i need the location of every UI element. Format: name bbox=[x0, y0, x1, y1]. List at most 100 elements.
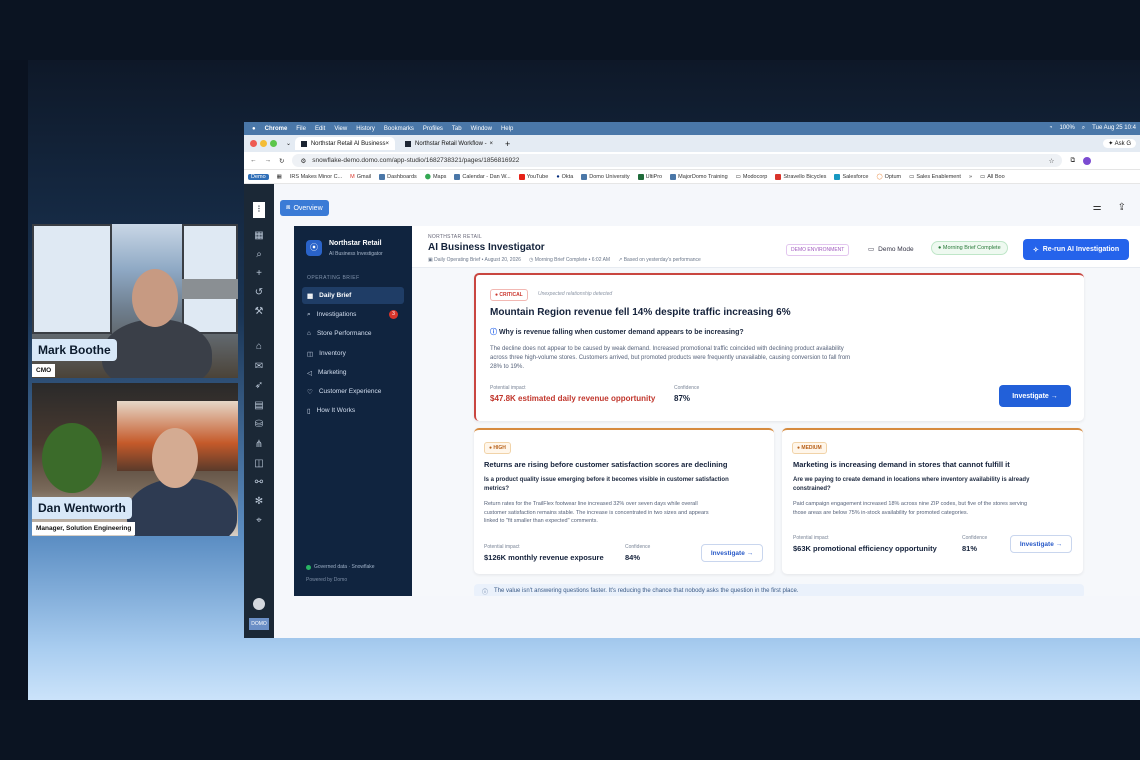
apps-grid-icon[interactable]: ▦ bbox=[277, 174, 282, 180]
store-icon: ⌂ bbox=[307, 330, 311, 337]
maximize-window-icon[interactable] bbox=[270, 140, 277, 147]
battery-label[interactable]: 100% bbox=[1059, 125, 1074, 132]
sidebar-item-investigations[interactable]: ⌕ Investigations 3 bbox=[302, 306, 404, 323]
menu-view[interactable]: View bbox=[334, 126, 347, 132]
share-icon[interactable]: ⇪ bbox=[1118, 202, 1126, 213]
menu-edit[interactable]: Edit bbox=[315, 126, 325, 132]
bookmark-item[interactable]: ▭ Modocorp bbox=[736, 174, 768, 180]
menu-window[interactable]: Window bbox=[471, 126, 492, 132]
bookmark-item[interactable]: YouTube bbox=[518, 173, 548, 180]
bookmark-item[interactable]: ● Okta bbox=[556, 174, 573, 180]
footer-note-text: The value isn't answering questions fast… bbox=[494, 588, 799, 594]
bookmark-item[interactable]: Domo University bbox=[581, 173, 630, 180]
filters-icon[interactable]: ⚌ bbox=[1093, 202, 1102, 213]
tab-list-icon[interactable]: ⌄ bbox=[286, 140, 291, 147]
new-tab-button[interactable]: + bbox=[505, 139, 510, 149]
search-icon[interactable]: ⌕ bbox=[253, 249, 265, 261]
apps-grid-icon[interactable]: ▦ bbox=[253, 230, 265, 242]
bookmark-item[interactable]: IRS Makes Minor C... bbox=[290, 174, 342, 180]
bookmark-item[interactable]: Stravello Bicycles bbox=[775, 173, 826, 180]
status-dot-icon bbox=[306, 564, 311, 570]
search-icon[interactable]: ⌕ bbox=[1082, 125, 1085, 132]
reload-icon[interactable]: ↻ bbox=[279, 157, 284, 165]
profile-icon[interactable] bbox=[1083, 156, 1092, 165]
menubar-clock[interactable]: Tue Aug 25 10:4 bbox=[1092, 125, 1136, 132]
demo-mode-toggle[interactable]: ▭ Demo Mode bbox=[868, 245, 914, 254]
dataflow-icon[interactable]: ⋔ bbox=[253, 439, 265, 451]
sidebar-item-inventory[interactable]: ◫ Inventory bbox=[302, 345, 404, 362]
browser-tab-active[interactable]: Northstar Retail AI Business × bbox=[295, 137, 396, 150]
sidebar-item-daily-brief[interactable]: ▦ Daily Brief bbox=[302, 287, 404, 304]
overview-button[interactable]: ⧈ Overview bbox=[280, 200, 329, 216]
site-info-icon[interactable]: ⚙ bbox=[300, 157, 306, 165]
participant-body bbox=[127, 478, 237, 536]
tab-close-icon[interactable]: × bbox=[490, 141, 494, 147]
sidebar-item-marketing[interactable]: ◁ Marketing bbox=[302, 364, 404, 381]
browser-tab-strip: ⌄ Northstar Retail AI Business × Northsta… bbox=[244, 135, 1140, 152]
brief-status-pill: ● Morning Brief Complete bbox=[931, 241, 1008, 255]
database-icon[interactable]: ⛁ bbox=[253, 419, 265, 431]
investigate-button[interactable]: Investigate → bbox=[1010, 535, 1072, 553]
bookmark-star-icon[interactable]: ☆ bbox=[1049, 157, 1055, 165]
rerun-investigation-button[interactable]: ✧ Re-run AI Investigation bbox=[1023, 239, 1129, 260]
sidebar-item-how-it-works[interactable]: ▯ How It Works bbox=[302, 402, 404, 419]
alerts-icon[interactable]: ✉ bbox=[253, 361, 265, 373]
pin-icon[interactable]: ⌖ bbox=[253, 515, 265, 527]
bookmark-item[interactable]: ▭ Sales Enablement bbox=[909, 174, 961, 180]
overview-label: Overview bbox=[293, 204, 323, 212]
box-icon[interactable]: ◫ bbox=[253, 458, 265, 470]
menu-profiles[interactable]: Profiles bbox=[423, 126, 443, 132]
sidebar-item-store-performance[interactable]: ⌂ Store Performance bbox=[302, 325, 404, 342]
settings-icon[interactable]: ✻ bbox=[253, 496, 265, 508]
address-bar[interactable]: ⚙ snowflake-demo.domo.com/app-studio/1682… bbox=[292, 154, 1063, 167]
extensions-icon[interactable]: ⧉ bbox=[1070, 157, 1075, 165]
wrench-icon[interactable]: ⚒ bbox=[253, 306, 265, 318]
rocket-icon[interactable]: ➶ bbox=[253, 380, 265, 392]
menu-tab[interactable]: Tab bbox=[452, 126, 462, 132]
grid-icon: ▦ bbox=[307, 292, 314, 300]
forward-icon[interactable]: → bbox=[265, 157, 272, 164]
bookmark-item[interactable]: ⬤ Maps bbox=[425, 174, 447, 180]
menu-app-name[interactable]: Chrome bbox=[265, 126, 288, 132]
page-icon[interactable]: ▤ bbox=[253, 400, 265, 412]
browser-tab[interactable]: Northstar Retail Workflow - × bbox=[399, 137, 499, 150]
plus-icon[interactable]: + bbox=[253, 268, 265, 280]
user-avatar[interactable] bbox=[253, 598, 265, 610]
bookmarks-overflow[interactable]: » bbox=[969, 174, 972, 180]
brand-logo-icon: ⦿ bbox=[306, 240, 322, 256]
bookmark-item[interactable]: UltiPro bbox=[637, 173, 662, 180]
severity-badge-critical: ● CRITICAL bbox=[490, 289, 528, 301]
menu-history[interactable]: History bbox=[356, 126, 375, 132]
bookmark-item[interactable]: ◯ Optum bbox=[876, 174, 901, 180]
bookmark-demo[interactable]: Demo bbox=[248, 173, 269, 180]
bookmark-item[interactable]: MajorDomo Training bbox=[670, 173, 728, 180]
body-line: The decline does not appear to be caused… bbox=[490, 346, 844, 352]
bookmark-item[interactable]: Dashboards bbox=[379, 173, 417, 180]
sidebar-item-customer-experience[interactable]: ♡ Customer Experience bbox=[302, 383, 404, 400]
back-icon[interactable]: ← bbox=[250, 157, 257, 164]
bookmark-item[interactable]: ▭ All Boo bbox=[980, 174, 1005, 180]
demo-environment-badge: DEMO ENVIRONMENT bbox=[786, 244, 850, 256]
investigate-button[interactable]: Investigate → bbox=[701, 544, 763, 562]
wifi-icon[interactable]: ◔ bbox=[1049, 125, 1053, 132]
network-icon[interactable]: ⚯ bbox=[253, 477, 265, 489]
tab-close-icon[interactable]: × bbox=[386, 141, 390, 147]
apple-icon[interactable]: ● bbox=[252, 126, 256, 132]
menu-file[interactable]: File bbox=[296, 126, 306, 132]
minimize-window-icon[interactable] bbox=[260, 140, 267, 147]
investigate-button[interactable]: Investigate → bbox=[999, 385, 1071, 407]
bookmark-label: Calendar - Dan W... bbox=[462, 173, 511, 180]
menu-help[interactable]: Help bbox=[501, 126, 513, 132]
bookmark-item[interactable]: Salesforce bbox=[834, 173, 868, 180]
menu-bookmarks[interactable]: Bookmarks bbox=[384, 126, 414, 132]
ask-gemini-button[interactable]: ✦ Ask G bbox=[1103, 139, 1136, 148]
home-icon[interactable]: ⌂ bbox=[253, 341, 265, 353]
bookmark-label: » bbox=[968, 173, 973, 180]
domo-logo-icon[interactable]: ⁝ bbox=[253, 202, 265, 218]
domo-badge[interactable]: DOMO bbox=[249, 618, 269, 630]
history-icon[interactable]: ↺ bbox=[253, 287, 265, 299]
close-window-icon[interactable] bbox=[250, 140, 257, 147]
bookmark-item[interactable]: M Gmail bbox=[350, 174, 371, 180]
bookmark-item[interactable]: Calendar - Dan W... bbox=[454, 173, 511, 180]
nav-section-title: OPERATING BRIEF bbox=[307, 275, 360, 281]
